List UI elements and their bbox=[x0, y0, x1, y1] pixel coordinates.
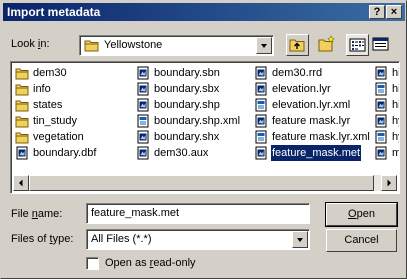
list-view-button[interactable] bbox=[346, 34, 369, 56]
file-name-text: elevation.lyr bbox=[272, 83, 331, 95]
file-name-text: elevation.lyr.xml bbox=[272, 99, 351, 111]
file-name-text: boundary.shx bbox=[154, 131, 220, 143]
open-read-only-checkbox[interactable] bbox=[86, 257, 99, 270]
folder-icon bbox=[15, 132, 29, 144]
file-icon bbox=[137, 130, 149, 144]
file-icon bbox=[375, 98, 387, 112]
file-icon bbox=[255, 114, 267, 128]
scroll-left-button[interactable] bbox=[13, 175, 29, 191]
file-name-text: boundary.shp bbox=[154, 99, 220, 111]
xml-icon bbox=[255, 130, 267, 144]
details-view-button[interactable] bbox=[370, 34, 393, 56]
look-in-combo[interactable]: Yellowstone bbox=[79, 35, 274, 56]
file-name-text: hyd bbox=[392, 115, 399, 127]
file-name-field[interactable]: feature_mask.met bbox=[86, 203, 310, 224]
file-list[interactable]: mas hyd hyd hills hills hills feature_mask.met… bbox=[10, 61, 400, 194]
file-icon bbox=[137, 66, 149, 80]
folder-icon bbox=[15, 100, 29, 112]
file-icon bbox=[375, 66, 387, 80]
file-name-text: feature mask.lyr bbox=[272, 115, 351, 127]
xml-icon bbox=[255, 98, 267, 112]
file-name-label: File name: bbox=[11, 208, 63, 220]
files-of-type-value: All Files (*.*) bbox=[91, 233, 152, 245]
look-in-dropdown-button[interactable] bbox=[256, 37, 272, 54]
details-view-icon bbox=[372, 37, 389, 51]
files-of-type-dropdown-button[interactable] bbox=[292, 231, 308, 248]
look-in-label: Look in: bbox=[11, 38, 50, 50]
file-name-text: hyd bbox=[392, 131, 399, 143]
folder-icon bbox=[15, 84, 29, 96]
file-icon bbox=[137, 146, 149, 160]
up-one-level-button[interactable] bbox=[286, 34, 309, 56]
up-folder-icon bbox=[289, 39, 305, 52]
file-name-value: feature_mask.met bbox=[91, 207, 180, 219]
file-icon bbox=[137, 82, 149, 96]
folder-icon bbox=[15, 116, 29, 128]
xml-icon bbox=[137, 114, 149, 128]
files-of-type-label: Files of type: bbox=[11, 233, 74, 245]
open-button[interactable]: Open bbox=[325, 202, 398, 227]
xml-icon bbox=[375, 130, 387, 144]
file-icon bbox=[16, 146, 28, 160]
file-name-text: dem30.rrd bbox=[272, 67, 323, 79]
file-name-text: mas bbox=[391, 145, 399, 161]
list-view-icon bbox=[349, 38, 366, 52]
file-name-text: vegetation bbox=[33, 131, 84, 143]
file-icon bbox=[255, 82, 267, 96]
chevron-down-icon bbox=[297, 238, 303, 242]
import-metadata-dialog: Import metadata ? × Look in: Yellowstone bbox=[0, 0, 407, 279]
files-of-type-combo[interactable]: All Files (*.*) bbox=[86, 229, 310, 250]
close-button[interactable]: × bbox=[386, 5, 402, 19]
file-name-text: boundary.shp.xml bbox=[154, 115, 241, 127]
file-icon bbox=[255, 146, 267, 160]
file-icon bbox=[255, 66, 267, 80]
scroll-right-button[interactable] bbox=[381, 175, 397, 191]
file-name-text: dem30.aux bbox=[154, 147, 209, 159]
look-in-value: Yellowstone bbox=[104, 39, 163, 51]
open-read-only-label[interactable]: Open as read-only bbox=[105, 257, 196, 269]
file-name-text: dem30 bbox=[33, 67, 67, 79]
cancel-button[interactable]: Cancel bbox=[326, 229, 397, 252]
file-name-text: states bbox=[33, 99, 63, 111]
create-new-folder-button[interactable] bbox=[316, 34, 339, 56]
file-name-text: hills bbox=[392, 99, 400, 111]
file-icon bbox=[137, 98, 149, 112]
file-name-text: feature_mask.met bbox=[269, 144, 363, 162]
folder-icon bbox=[84, 40, 99, 52]
chevron-right-icon bbox=[387, 179, 391, 187]
chevron-left-icon bbox=[19, 179, 23, 187]
file-name-text: feature mask.lyr.xml bbox=[272, 131, 370, 143]
window-title: Import metadata bbox=[7, 5, 101, 19]
file-name-text: hills bbox=[392, 67, 400, 79]
file-name-text: boundary.sbn bbox=[154, 67, 220, 79]
help-button[interactable]: ? bbox=[369, 5, 385, 19]
new-folder-icon bbox=[318, 35, 335, 52]
folder-icon bbox=[15, 68, 29, 80]
file-name-text: info bbox=[33, 83, 51, 95]
file-icon bbox=[375, 146, 387, 160]
file-name-text: boundary.dbf bbox=[33, 147, 97, 159]
xml-icon bbox=[375, 82, 387, 96]
file-name-text: tin_study bbox=[33, 115, 78, 127]
title-bar[interactable]: Import metadata ? × bbox=[3, 3, 405, 21]
scroll-thumb[interactable] bbox=[29, 175, 374, 191]
horizontal-scrollbar[interactable] bbox=[13, 175, 397, 191]
file-icon bbox=[375, 114, 387, 128]
file-name-text: boundary.sbx bbox=[154, 83, 220, 95]
file-name-text: hills bbox=[392, 83, 400, 95]
chevron-down-icon bbox=[261, 44, 267, 48]
